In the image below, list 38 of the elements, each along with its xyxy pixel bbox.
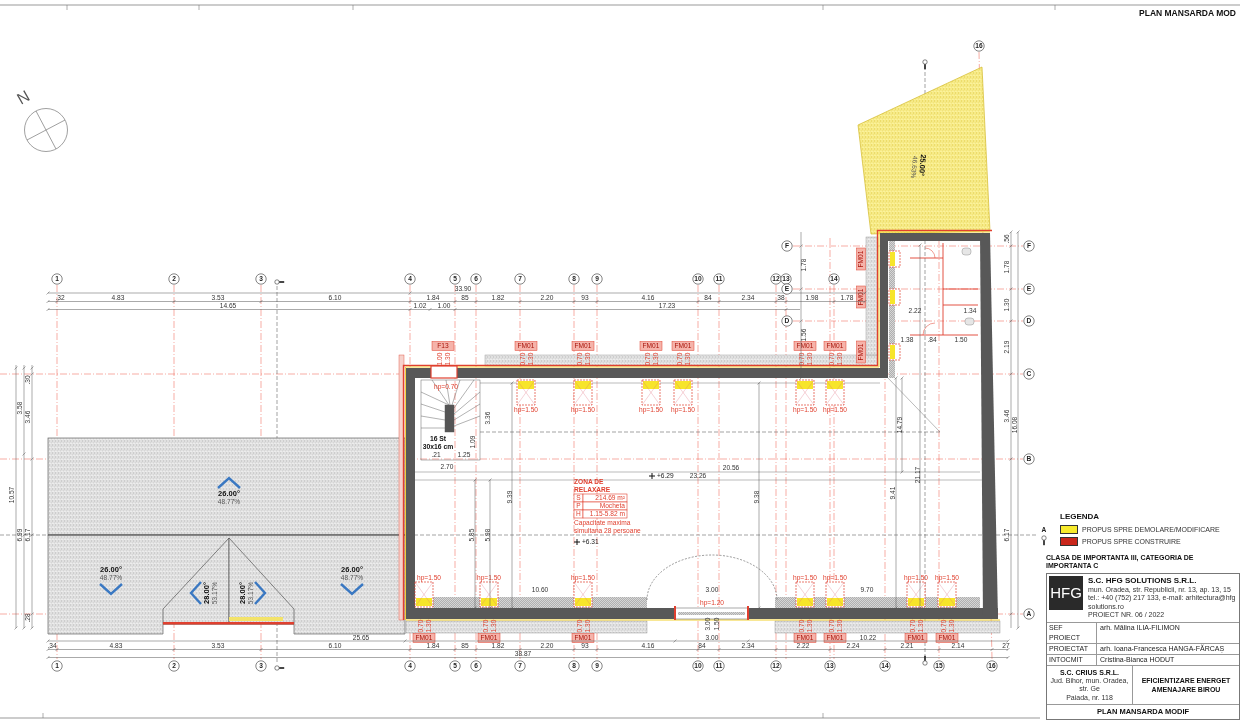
level-marker-icon	[648, 472, 656, 480]
level-marker-icon	[573, 538, 581, 546]
dormer-strip	[229, 617, 283, 621]
slope-chevron-icon	[254, 581, 267, 605]
window-symbol	[795, 379, 815, 406]
section-marker-icon	[922, 59, 928, 70]
door-swing-arc	[924, 247, 936, 259]
window-symbol	[888, 343, 901, 361]
window-symbol	[573, 581, 593, 608]
window-symbol	[573, 379, 593, 406]
window-symbol	[825, 379, 845, 406]
window-symbol	[673, 379, 693, 406]
window-symbol	[937, 581, 957, 608]
stair-window	[430, 365, 458, 379]
window-symbol	[414, 581, 434, 608]
slope-chevron-icon	[99, 583, 123, 596]
window-symbol	[825, 581, 845, 608]
company-name: S.C. HFG SOLUTIONS S.R.L.	[1088, 575, 1198, 586]
toilet-icon	[961, 247, 972, 256]
section-marker-icon	[274, 279, 285, 285]
section-marker-icon	[274, 665, 285, 671]
company-logo: HFG	[1049, 575, 1083, 610]
window-symbol	[795, 581, 815, 608]
legend-title: LEGENDA	[1060, 511, 1101, 522]
window-symbol	[516, 379, 536, 406]
slope-chevron-icon	[340, 583, 364, 596]
window-symbol	[888, 288, 901, 306]
door-swing-arc	[922, 322, 936, 336]
sheet-title: PLAN MANSARDA MOD	[1139, 8, 1236, 18]
slope-chevron-icon	[189, 581, 202, 605]
slope-chevron-icon	[217, 476, 241, 489]
section-marker-icon	[922, 655, 928, 666]
section-marker-icon	[1041, 535, 1047, 546]
window-symbol	[888, 250, 901, 268]
window-symbol	[641, 379, 661, 406]
toilet-icon	[964, 317, 975, 326]
north-label: N	[14, 87, 33, 108]
roof-hip-line	[887, 377, 941, 433]
